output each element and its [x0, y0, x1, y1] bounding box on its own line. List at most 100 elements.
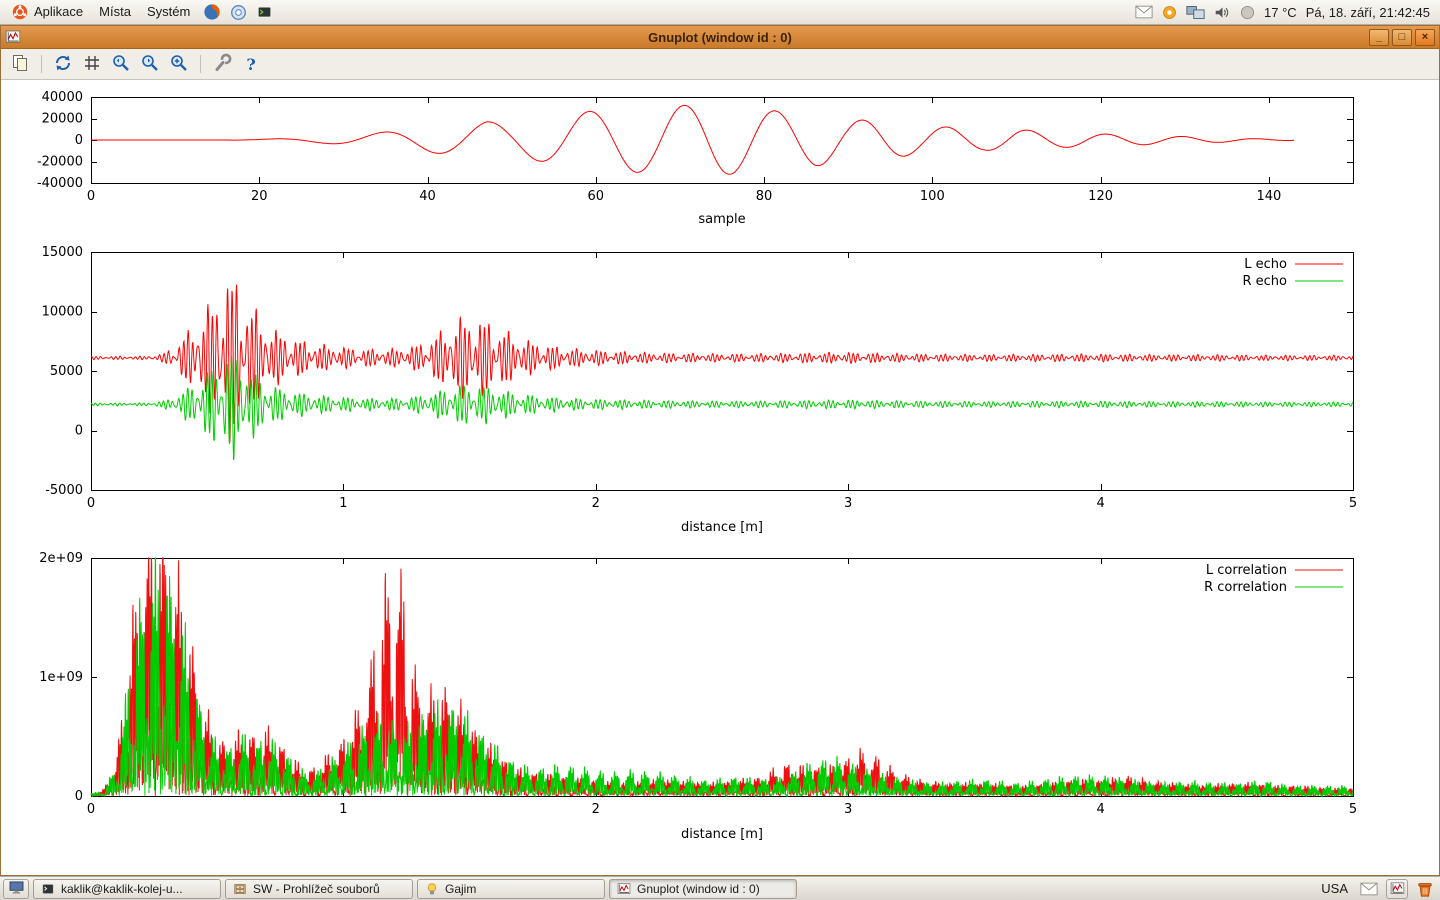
svg-text:15000: 15000	[42, 245, 83, 260]
svg-text:60: 60	[588, 189, 605, 204]
svg-text:100: 100	[920, 189, 945, 204]
top-panel: Aplikace Místa Systém	[0, 0, 1440, 25]
menu-system[interactable]: Systém	[141, 2, 198, 22]
svg-text:0: 0	[75, 133, 83, 148]
show-desktop-icon	[9, 881, 24, 897]
svg-text:1: 1	[339, 496, 347, 511]
svg-text:5: 5	[1349, 496, 1357, 511]
zoom-previous-icon	[111, 53, 131, 76]
svg-text:140: 140	[1256, 189, 1281, 204]
svg-text:0: 0	[87, 802, 95, 817]
panel-status-area: 17 °C Pá, 18. září, 21:42:45	[1135, 5, 1434, 20]
svg-text:20000: 20000	[42, 112, 83, 127]
volume-icon[interactable]	[1214, 5, 1231, 20]
window-controls: _ □ ×	[1369, 29, 1435, 46]
svg-text:3: 3	[844, 802, 852, 817]
wrench-icon	[212, 53, 232, 76]
titlebar[interactable]: Gnuplot (window id : 0) _ □ ×	[1, 26, 1439, 49]
svg-text:1: 1	[339, 802, 347, 817]
gnuplot-task-icon	[617, 882, 631, 896]
zoom-previous-button[interactable]	[108, 52, 134, 77]
firefox-launcher[interactable]	[200, 1, 224, 24]
mail-notification-icon[interactable]	[1135, 5, 1153, 19]
svg-text:R correlation: R correlation	[1204, 580, 1287, 595]
svg-text:40000: 40000	[42, 90, 83, 105]
gnuplot-toolbar: ?	[1, 49, 1439, 80]
gnuplot-window-icon	[5, 29, 21, 45]
zoom-next-icon	[140, 53, 160, 76]
gnuplot-canvas[interactable]: 02040608010012014040000200000-20000-4000…	[1, 80, 1439, 876]
maximize-button[interactable]: □	[1392, 29, 1412, 46]
trash-applet-icon[interactable]	[1416, 880, 1434, 898]
svg-text:distance [m]: distance [m]	[681, 827, 763, 842]
help-launcher[interactable]	[226, 1, 250, 24]
autoscale-icon	[169, 53, 189, 76]
gajim-icon	[425, 882, 439, 896]
close-button[interactable]: ×	[1415, 29, 1435, 46]
gnuplot-window: Gnuplot (window id : 0) _ □ ×	[0, 25, 1440, 876]
menu-label-applications: Aplikace	[34, 4, 83, 19]
temperature-label: 17 °C	[1264, 5, 1297, 20]
show-desktop-button[interactable]	[3, 879, 29, 899]
help-icon	[230, 4, 247, 21]
keyboard-layout-indicator[interactable]: USA	[1317, 881, 1352, 896]
menu-places[interactable]: Místa	[93, 2, 139, 22]
svg-text:0: 0	[87, 189, 95, 204]
tray-gnuplot-icon[interactable]	[1386, 879, 1408, 899]
desktop: Aplikace Místa Systém	[0, 0, 1440, 900]
replot-icon	[53, 53, 73, 76]
taskbar-button-terminal[interactable]: kaklik@kaklik-kolej-u...	[33, 879, 221, 899]
terminal-launcher[interactable]	[252, 1, 276, 24]
close-icon: ×	[1422, 32, 1428, 43]
taskbar-button-file-manager[interactable]: SW - Prohlížeč souborů	[225, 879, 413, 899]
tray-mail-icon[interactable]	[1360, 882, 1378, 896]
svg-text:4: 4	[1096, 802, 1104, 817]
firefox-icon	[203, 3, 221, 21]
toggle-grid-button[interactable]	[79, 52, 105, 77]
menu-label-system: Systém	[147, 4, 190, 19]
svg-text:2: 2	[592, 496, 600, 511]
svg-text:distance [m]: distance [m]	[681, 520, 763, 535]
svg-text:10000: 10000	[42, 305, 83, 320]
terminal-icon	[256, 4, 273, 21]
svg-text:-40000: -40000	[37, 176, 83, 191]
grid-icon	[82, 53, 102, 76]
taskbar-status-area: USA	[1317, 879, 1437, 899]
minimize-icon: _	[1376, 32, 1382, 43]
svg-text:0: 0	[75, 424, 83, 439]
svg-text:80: 80	[756, 189, 773, 204]
svg-text:-5000: -5000	[45, 483, 83, 498]
taskbar-button-gajim[interactable]: Gajim	[417, 879, 605, 899]
copy-to-clipboard-button[interactable]	[7, 52, 33, 77]
svg-text:0: 0	[75, 789, 83, 804]
svg-text:-20000: -20000	[37, 155, 83, 170]
file-manager-icon	[233, 882, 247, 896]
software-update-icon[interactable]	[1162, 5, 1177, 20]
task-label: Gnuplot (window id : 0)	[637, 882, 760, 896]
svg-text:L echo: L echo	[1244, 257, 1287, 272]
maximize-icon: □	[1399, 32, 1406, 43]
menu-applications[interactable]: Aplikace	[6, 2, 91, 23]
svg-text:120: 120	[1088, 189, 1113, 204]
taskbar-button-gnuplot[interactable]: Gnuplot (window id : 0)	[609, 879, 797, 899]
help-button[interactable]: ?	[238, 52, 264, 77]
replot-button[interactable]	[50, 52, 76, 77]
svg-text:40: 40	[419, 189, 436, 204]
task-label: SW - Prohlížeč souborů	[253, 882, 380, 896]
svg-text:sample: sample	[698, 212, 745, 227]
toolbar-separator	[200, 55, 201, 73]
configure-button[interactable]	[209, 52, 235, 77]
svg-text:1e+09: 1e+09	[39, 670, 83, 685]
svg-text:0: 0	[87, 496, 95, 511]
ubuntu-logo-icon	[12, 4, 28, 20]
remote-display-icon[interactable]	[1186, 5, 1205, 20]
svg-text:3: 3	[844, 496, 852, 511]
autoscale-button[interactable]	[166, 52, 192, 77]
svg-text:2: 2	[592, 802, 600, 817]
zoom-next-button[interactable]	[137, 52, 163, 77]
svg-text:20: 20	[251, 189, 268, 204]
svg-text:5000: 5000	[50, 364, 83, 379]
svg-text:L correlation: L correlation	[1206, 563, 1287, 578]
minimize-button[interactable]: _	[1369, 29, 1389, 46]
clock[interactable]: Pá, 18. září, 21:42:45	[1306, 5, 1430, 20]
